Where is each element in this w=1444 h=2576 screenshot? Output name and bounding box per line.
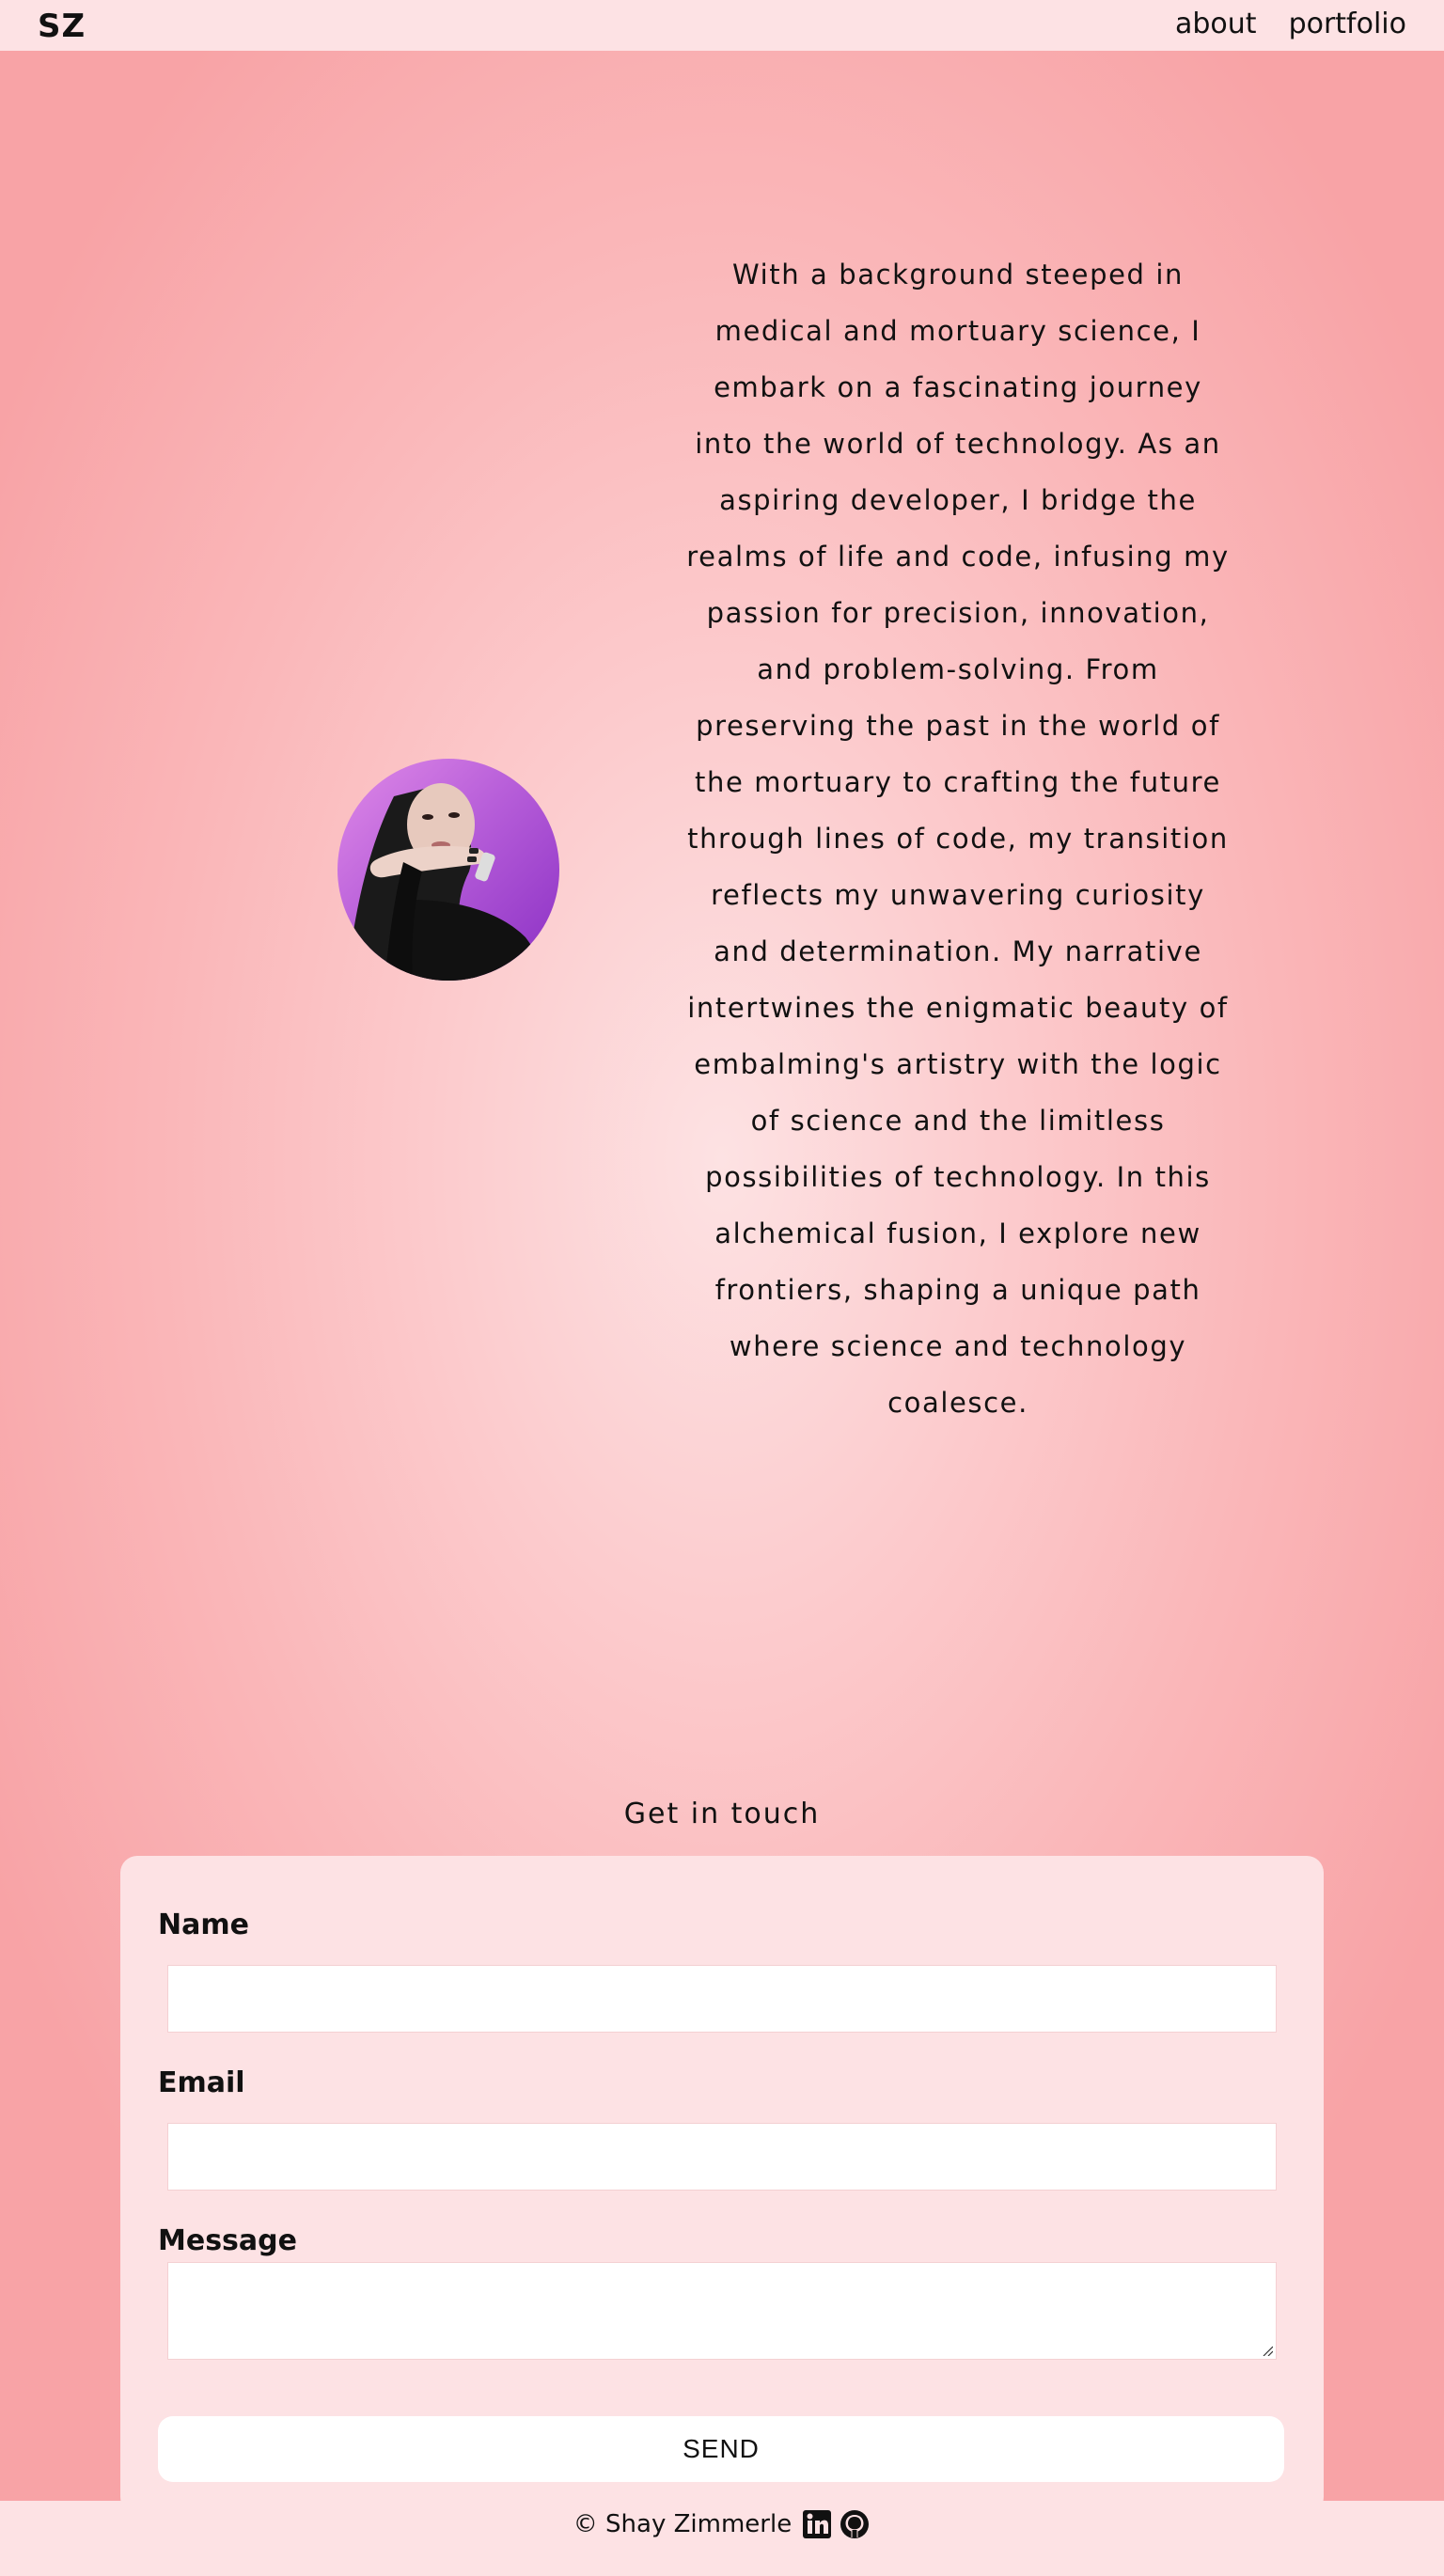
send-button[interactable]: SEND (158, 2416, 1284, 2482)
name-label: Name (158, 1908, 249, 1941)
name-input[interactable] (167, 1965, 1277, 2033)
main-nav: about portfolio (1175, 8, 1406, 40)
message-label: Message (158, 2224, 297, 2257)
profile-photo-illustration (347, 783, 546, 981)
linkedin-icon[interactable] (801, 2508, 833, 2540)
email-label: Email (158, 2066, 245, 2099)
bio-text: With a background steeped in medical and… (686, 259, 1230, 1419)
contact-heading: Get in touch (623, 1798, 821, 1830)
site-header: SZ about portfolio (0, 0, 1444, 51)
contact-form: Name Email Message SEND (120, 1856, 1324, 2514)
footer-content: © Shay Zimmerle (0, 2508, 1444, 2540)
site-footer: © Shay Zimmerle (0, 2501, 1444, 2576)
site-logo[interactable]: SZ (38, 8, 86, 45)
profile-photo (337, 759, 559, 981)
nav-link-about[interactable]: about (1175, 8, 1257, 40)
nav-link-portfolio[interactable]: portfolio (1289, 8, 1406, 40)
email-input[interactable] (167, 2123, 1277, 2191)
resize-grip-icon[interactable] (1262, 2345, 1273, 2356)
message-textarea[interactable] (167, 2262, 1277, 2360)
github-icon[interactable] (839, 2508, 871, 2540)
copyright-text: © Shay Zimmerle (573, 2510, 793, 2538)
